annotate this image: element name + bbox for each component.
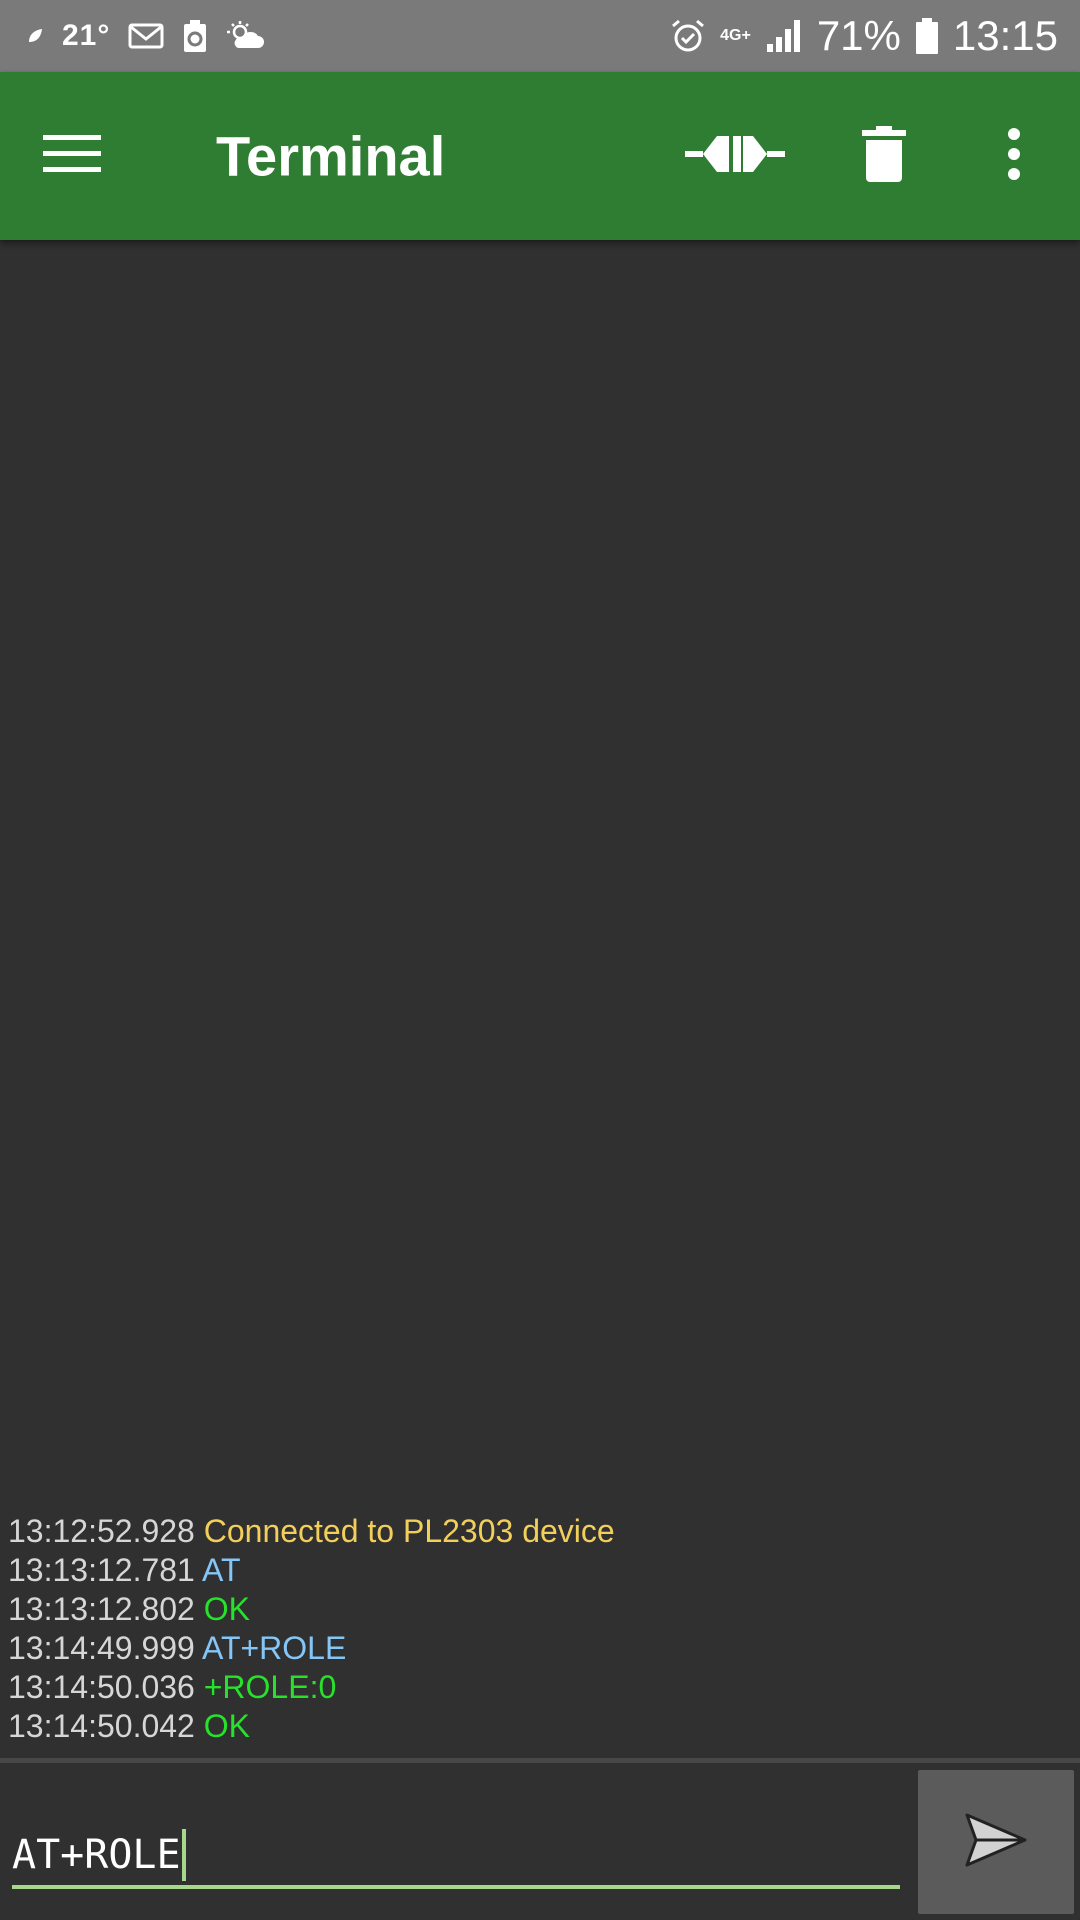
send-button[interactable] [918, 1770, 1074, 1914]
command-input-value: AT+ROLE [12, 1832, 181, 1878]
status-time: 13:15 [952, 12, 1058, 59]
terminal-output[interactable]: 13:12:52.928 Connected to PL2303 device … [0, 240, 1080, 1758]
weather-cloudy-icon [226, 20, 266, 52]
app-bar: Terminal [0, 72, 1080, 240]
terminal-line: 13:13:12.781 AT [8, 1551, 1080, 1590]
terminal-line: 13:14:50.042 OK [8, 1707, 1080, 1746]
connect-icon [685, 128, 785, 185]
command-input[interactable]: AT+ROLE [12, 1825, 900, 1889]
battery-icon [915, 17, 939, 55]
terminal-line: 13:12:52.928 Connected to PL2303 device [8, 1512, 1080, 1551]
line-text: OK [203, 1708, 250, 1744]
line-text: AT [201, 1552, 241, 1588]
battery-saver-icon [182, 19, 208, 53]
line-text: AT+ROLE [201, 1630, 347, 1666]
line-text: Connected to PL2303 device [203, 1513, 615, 1549]
line-timestamp: 13:14:49.999 [8, 1630, 195, 1666]
status-bar: 21° 4G+ 71% 13:15 [0, 0, 1080, 72]
network-label: 4G+ [720, 27, 751, 44]
status-temperature: 21° [62, 19, 111, 52]
more-vert-icon [1006, 127, 1022, 185]
signal-icon [765, 18, 803, 54]
line-timestamp: 13:13:12.781 [8, 1552, 195, 1588]
line-timestamp: 13:14:50.042 [8, 1708, 195, 1744]
send-icon [964, 1812, 1028, 1873]
menu-button[interactable] [36, 120, 108, 192]
text-caret [181, 1829, 186, 1881]
overflow-menu-button[interactable] [984, 120, 1044, 192]
mail-icon [128, 22, 164, 50]
status-bar-left: 21° [0, 19, 670, 53]
network-4g-icon: 4G+ [720, 28, 751, 44]
terminal-line: 13:14:50.036 +ROLE:0 [8, 1668, 1080, 1707]
line-timestamp: 13:13:12.802 [8, 1591, 195, 1627]
terminal-line: 13:14:49.999 AT+ROLE [8, 1629, 1080, 1668]
line-text: OK [203, 1591, 250, 1627]
leaf-icon [26, 27, 44, 45]
line-text: +ROLE:0 [203, 1669, 337, 1705]
line-timestamp: 13:12:52.928 [8, 1513, 195, 1549]
menu-icon [43, 133, 101, 180]
input-row: AT+ROLE [0, 1763, 1080, 1920]
terminal-line: 13:13:12.802 OK [8, 1590, 1080, 1629]
status-bar-right: 4G+ 71% 13:15 [670, 12, 1080, 60]
clear-button[interactable] [850, 120, 918, 192]
trash-icon [862, 125, 906, 187]
alarm-icon [670, 18, 706, 54]
connect-button[interactable] [680, 120, 790, 192]
line-timestamp: 13:14:50.036 [8, 1669, 195, 1705]
page-title: Terminal [216, 124, 446, 188]
battery-percent: 71% [816, 12, 901, 59]
